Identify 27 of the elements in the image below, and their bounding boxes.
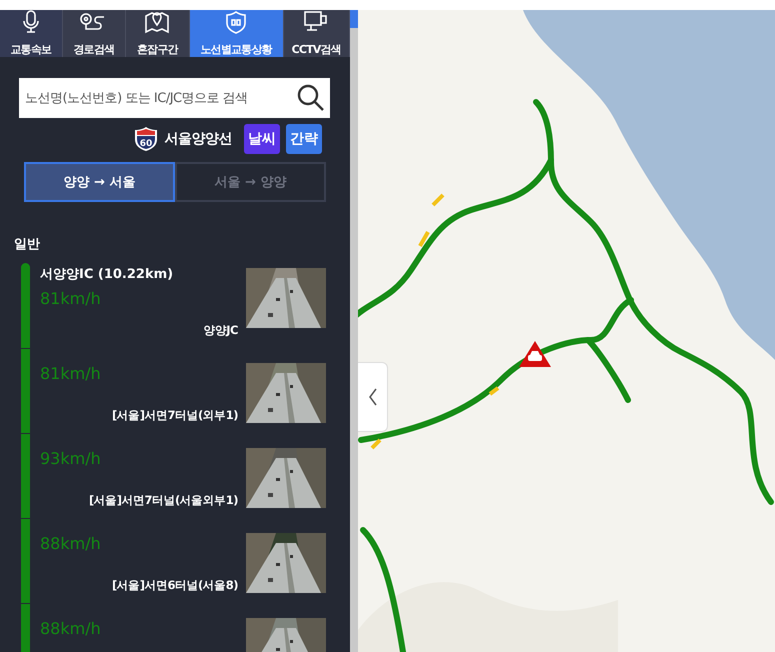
- highway-sign-icon: [224, 10, 248, 34]
- map-pin-icon: [144, 10, 170, 34]
- search-field[interactable]: 노선명(노선번호) 또는 IC/JC명으로 검색: [19, 78, 330, 118]
- speed-text: 88km/h: [40, 619, 102, 638]
- camera-label: [서울]서면6터널(서울8): [112, 578, 238, 593]
- route-option-button[interactable]: 날씨: [244, 124, 280, 154]
- nav-tab[interactable]: 노선별교통상황: [190, 10, 284, 57]
- route-name: 서울양양선: [164, 130, 232, 148]
- camera-label: [서울]서면7터널(외부1): [112, 408, 238, 423]
- section-title: 일반: [13, 236, 41, 253]
- camera-label: 양양JC: [203, 323, 238, 338]
- speed-text: 81km/h: [40, 289, 102, 308]
- microphone-icon: [20, 10, 41, 34]
- scrollbar[interactable]: [350, 10, 358, 652]
- speed-text: 93km/h: [40, 449, 102, 468]
- accident-warning-icon[interactable]: [518, 340, 552, 368]
- search-icon[interactable]: [297, 84, 325, 112]
- highway-shield-icon: 60: [132, 126, 158, 152]
- speed-text: 88km/h: [40, 534, 102, 553]
- direction-tab[interactable]: 양양 → 서울: [24, 162, 175, 202]
- route-option-button[interactable]: 간략: [286, 124, 322, 154]
- chevron-left-icon: [368, 388, 378, 406]
- nav-tab[interactable]: 교통속보: [0, 10, 63, 57]
- camera-label: [서울]서면7터널(서울외부1): [88, 493, 238, 508]
- speed-text: 81km/h: [40, 364, 102, 383]
- segment-title: 서양양IC (10.22km): [40, 266, 174, 283]
- monitor-icon: [303, 10, 330, 34]
